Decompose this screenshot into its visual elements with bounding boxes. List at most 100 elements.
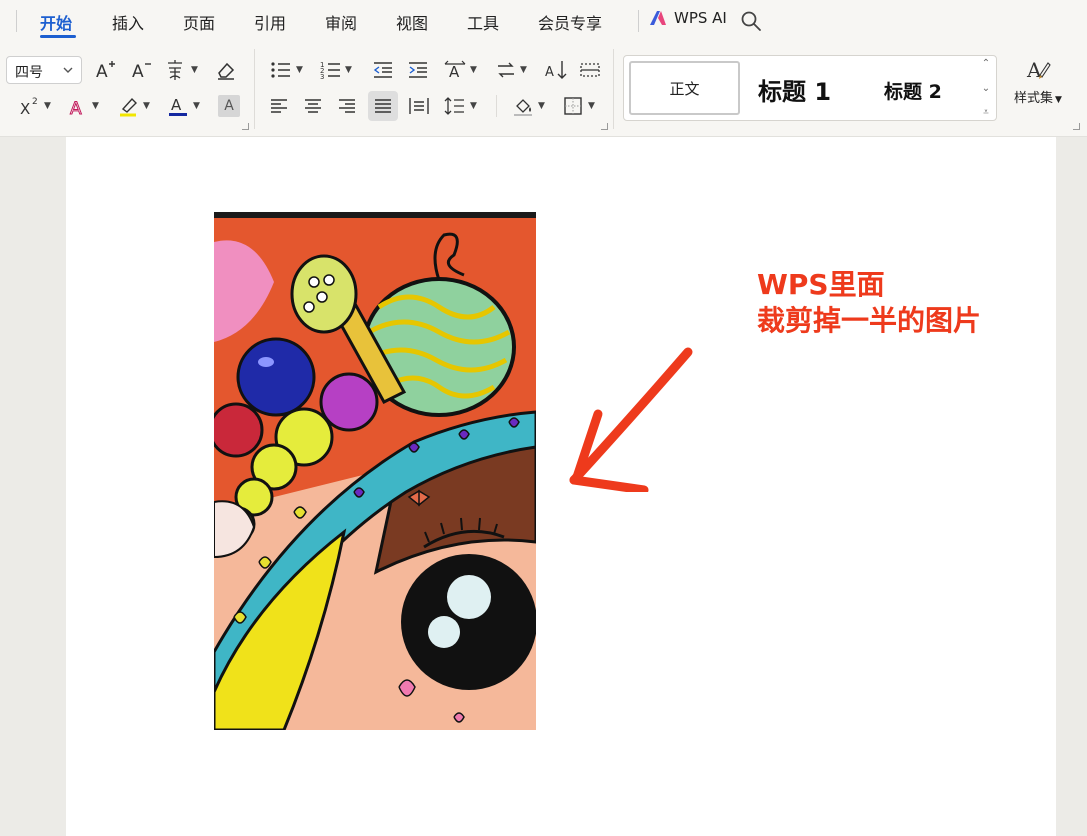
- search-icon[interactable]: [740, 10, 762, 32]
- font-color-button[interactable]: A: [166, 93, 190, 119]
- increase-indent-icon: [409, 62, 427, 78]
- style-set-button[interactable]: A 样式集 ▼: [1007, 55, 1069, 106]
- tab-page[interactable]: 页面: [183, 10, 215, 34]
- ribbon-toolbar: 四号 A A ▼ X2 ▼ A ▼ ▼ A ▼ A ▼ 123 ▼ A ▼ ▼ …: [0, 43, 1087, 137]
- justify-button[interactable]: [368, 91, 398, 121]
- character-spacing-button[interactable]: A: [442, 57, 468, 83]
- paint-bucket-icon: [514, 99, 532, 116]
- chevron-down-icon: ▼: [44, 101, 51, 111]
- text-effect-button[interactable]: A: [66, 93, 90, 119]
- red-arrow-icon: [569, 347, 693, 492]
- phonetic-guide-icon: [168, 60, 182, 80]
- bullet-list-icon: [271, 62, 290, 78]
- svg-text:A: A: [70, 99, 82, 118]
- annotation-callout: WPS里面 裁剪掉一半的图片: [757, 267, 981, 339]
- style-normal[interactable]: 正文: [629, 61, 740, 115]
- document-page[interactable]: WPS里面 裁剪掉一半的图片: [66, 137, 1056, 836]
- numbered-list-button[interactable]: 123: [318, 57, 344, 83]
- sort-button[interactable]: A: [543, 57, 569, 83]
- chevron-up-icon[interactable]: ⌃: [982, 58, 990, 69]
- font-size-select[interactable]: 四号: [6, 56, 82, 84]
- show-marks-icon: [580, 63, 600, 77]
- distributed-align-icon: [409, 98, 429, 114]
- shrink-font-button[interactable]: A: [128, 57, 154, 83]
- svg-text:X: X: [20, 100, 30, 118]
- distributed-align-button[interactable]: [406, 93, 432, 119]
- menu-tab-bar: 开始 插入 页面 引用 审阅 视图 工具 会员专享 WPS AI: [0, 0, 1087, 43]
- tab-review[interactable]: 审阅: [325, 10, 357, 34]
- align-center-button[interactable]: [300, 93, 326, 119]
- sort-icon: A: [545, 61, 567, 80]
- superscript-icon: X2: [20, 97, 38, 118]
- style-heading-2[interactable]: 标题 2: [884, 77, 942, 104]
- expand-gallery-icon[interactable]: ⩡: [983, 107, 989, 118]
- chevron-down-icon: ▼: [470, 65, 477, 75]
- numbered-list-icon: 123: [320, 61, 340, 81]
- text-shading-glyph: A: [224, 98, 234, 114]
- chevron-down-icon: ▼: [470, 101, 477, 111]
- highlighter-icon: [120, 97, 137, 117]
- style-set-icon: A: [1026, 58, 1051, 82]
- annotation-line-2: 裁剪掉一半的图片: [757, 304, 982, 337]
- align-left-icon: [271, 99, 287, 113]
- paragraph-shading-button[interactable]: [510, 93, 536, 119]
- font-dialog-launcher-icon[interactable]: [242, 123, 249, 130]
- highlight-button[interactable]: [116, 93, 142, 119]
- chevron-down-icon: ▼: [92, 101, 99, 111]
- chevron-down-icon: ▼: [345, 65, 352, 75]
- grow-font-button[interactable]: A: [92, 57, 118, 83]
- cropped-drawing-image[interactable]: [214, 212, 536, 730]
- align-left-button[interactable]: [266, 93, 292, 119]
- svg-text:3: 3: [320, 73, 324, 81]
- clear-format-button[interactable]: [213, 57, 239, 83]
- tab-home[interactable]: 开始: [40, 10, 72, 34]
- chevron-down-icon: ▼: [296, 65, 303, 75]
- font-size-value: 四号: [15, 65, 43, 81]
- tab-member[interactable]: 会员专享: [538, 10, 602, 34]
- paragraph-dialog-launcher-icon[interactable]: [601, 123, 608, 130]
- text-direction-button[interactable]: [493, 57, 519, 83]
- svg-text:A: A: [545, 65, 554, 80]
- decrease-indent-icon: [373, 62, 392, 78]
- active-tab-indicator: [40, 35, 76, 38]
- text-effect-icon: A: [70, 99, 83, 119]
- borders-icon: [564, 97, 582, 115]
- show-marks-button[interactable]: [577, 57, 603, 83]
- tab-separator: [638, 10, 639, 32]
- character-spacing-icon: A: [444, 60, 466, 81]
- align-right-button[interactable]: [334, 93, 360, 119]
- chevron-down-icon: ▼: [538, 101, 545, 111]
- annotation-line-1: WPS里面: [757, 268, 885, 301]
- decrease-indent-button[interactable]: [370, 57, 396, 83]
- svg-text:A: A: [132, 62, 144, 82]
- line-spacing-button[interactable]: [442, 93, 468, 119]
- tab-tools[interactable]: 工具: [467, 10, 499, 34]
- align-center-icon: [305, 99, 321, 113]
- borders-button[interactable]: [560, 93, 586, 119]
- wps-ai-button[interactable]: WPS AI: [648, 9, 727, 27]
- chevron-down-icon: ▼: [143, 101, 150, 111]
- line-spacing-icon: [444, 97, 464, 115]
- styles-gallery: 正文 标题 1 标题 2 ⌃ ⌄ ⩡: [623, 55, 997, 121]
- grow-font-icon: A: [96, 61, 115, 82]
- phonetic-guide-button[interactable]: [163, 57, 191, 83]
- styles-dialog-launcher-icon[interactable]: [1073, 123, 1080, 130]
- style-heading-1[interactable]: 标题 1: [758, 72, 831, 107]
- superscript-button[interactable]: X2: [18, 93, 42, 119]
- tab-references[interactable]: 引用: [254, 10, 286, 34]
- chevron-down-icon: [63, 67, 73, 73]
- svg-text:A: A: [96, 62, 108, 82]
- tab-view[interactable]: 视图: [396, 10, 428, 34]
- group-separator: [254, 49, 255, 129]
- bullet-list-button[interactable]: [268, 57, 294, 83]
- text-shading-button[interactable]: A: [218, 95, 240, 117]
- chevron-down-icon: ▼: [588, 101, 595, 111]
- chevron-down-icon[interactable]: ⌄: [982, 83, 990, 94]
- eraser-icon: [218, 62, 235, 80]
- tab-insert[interactable]: 插入: [112, 10, 144, 34]
- tab-separator: [16, 10, 17, 32]
- styles-scroll: ⌃ ⌄ ⩡: [978, 58, 994, 118]
- shrink-font-icon: A: [132, 62, 151, 82]
- text-direction-icon: [498, 62, 514, 78]
- increase-indent-button[interactable]: [405, 57, 431, 83]
